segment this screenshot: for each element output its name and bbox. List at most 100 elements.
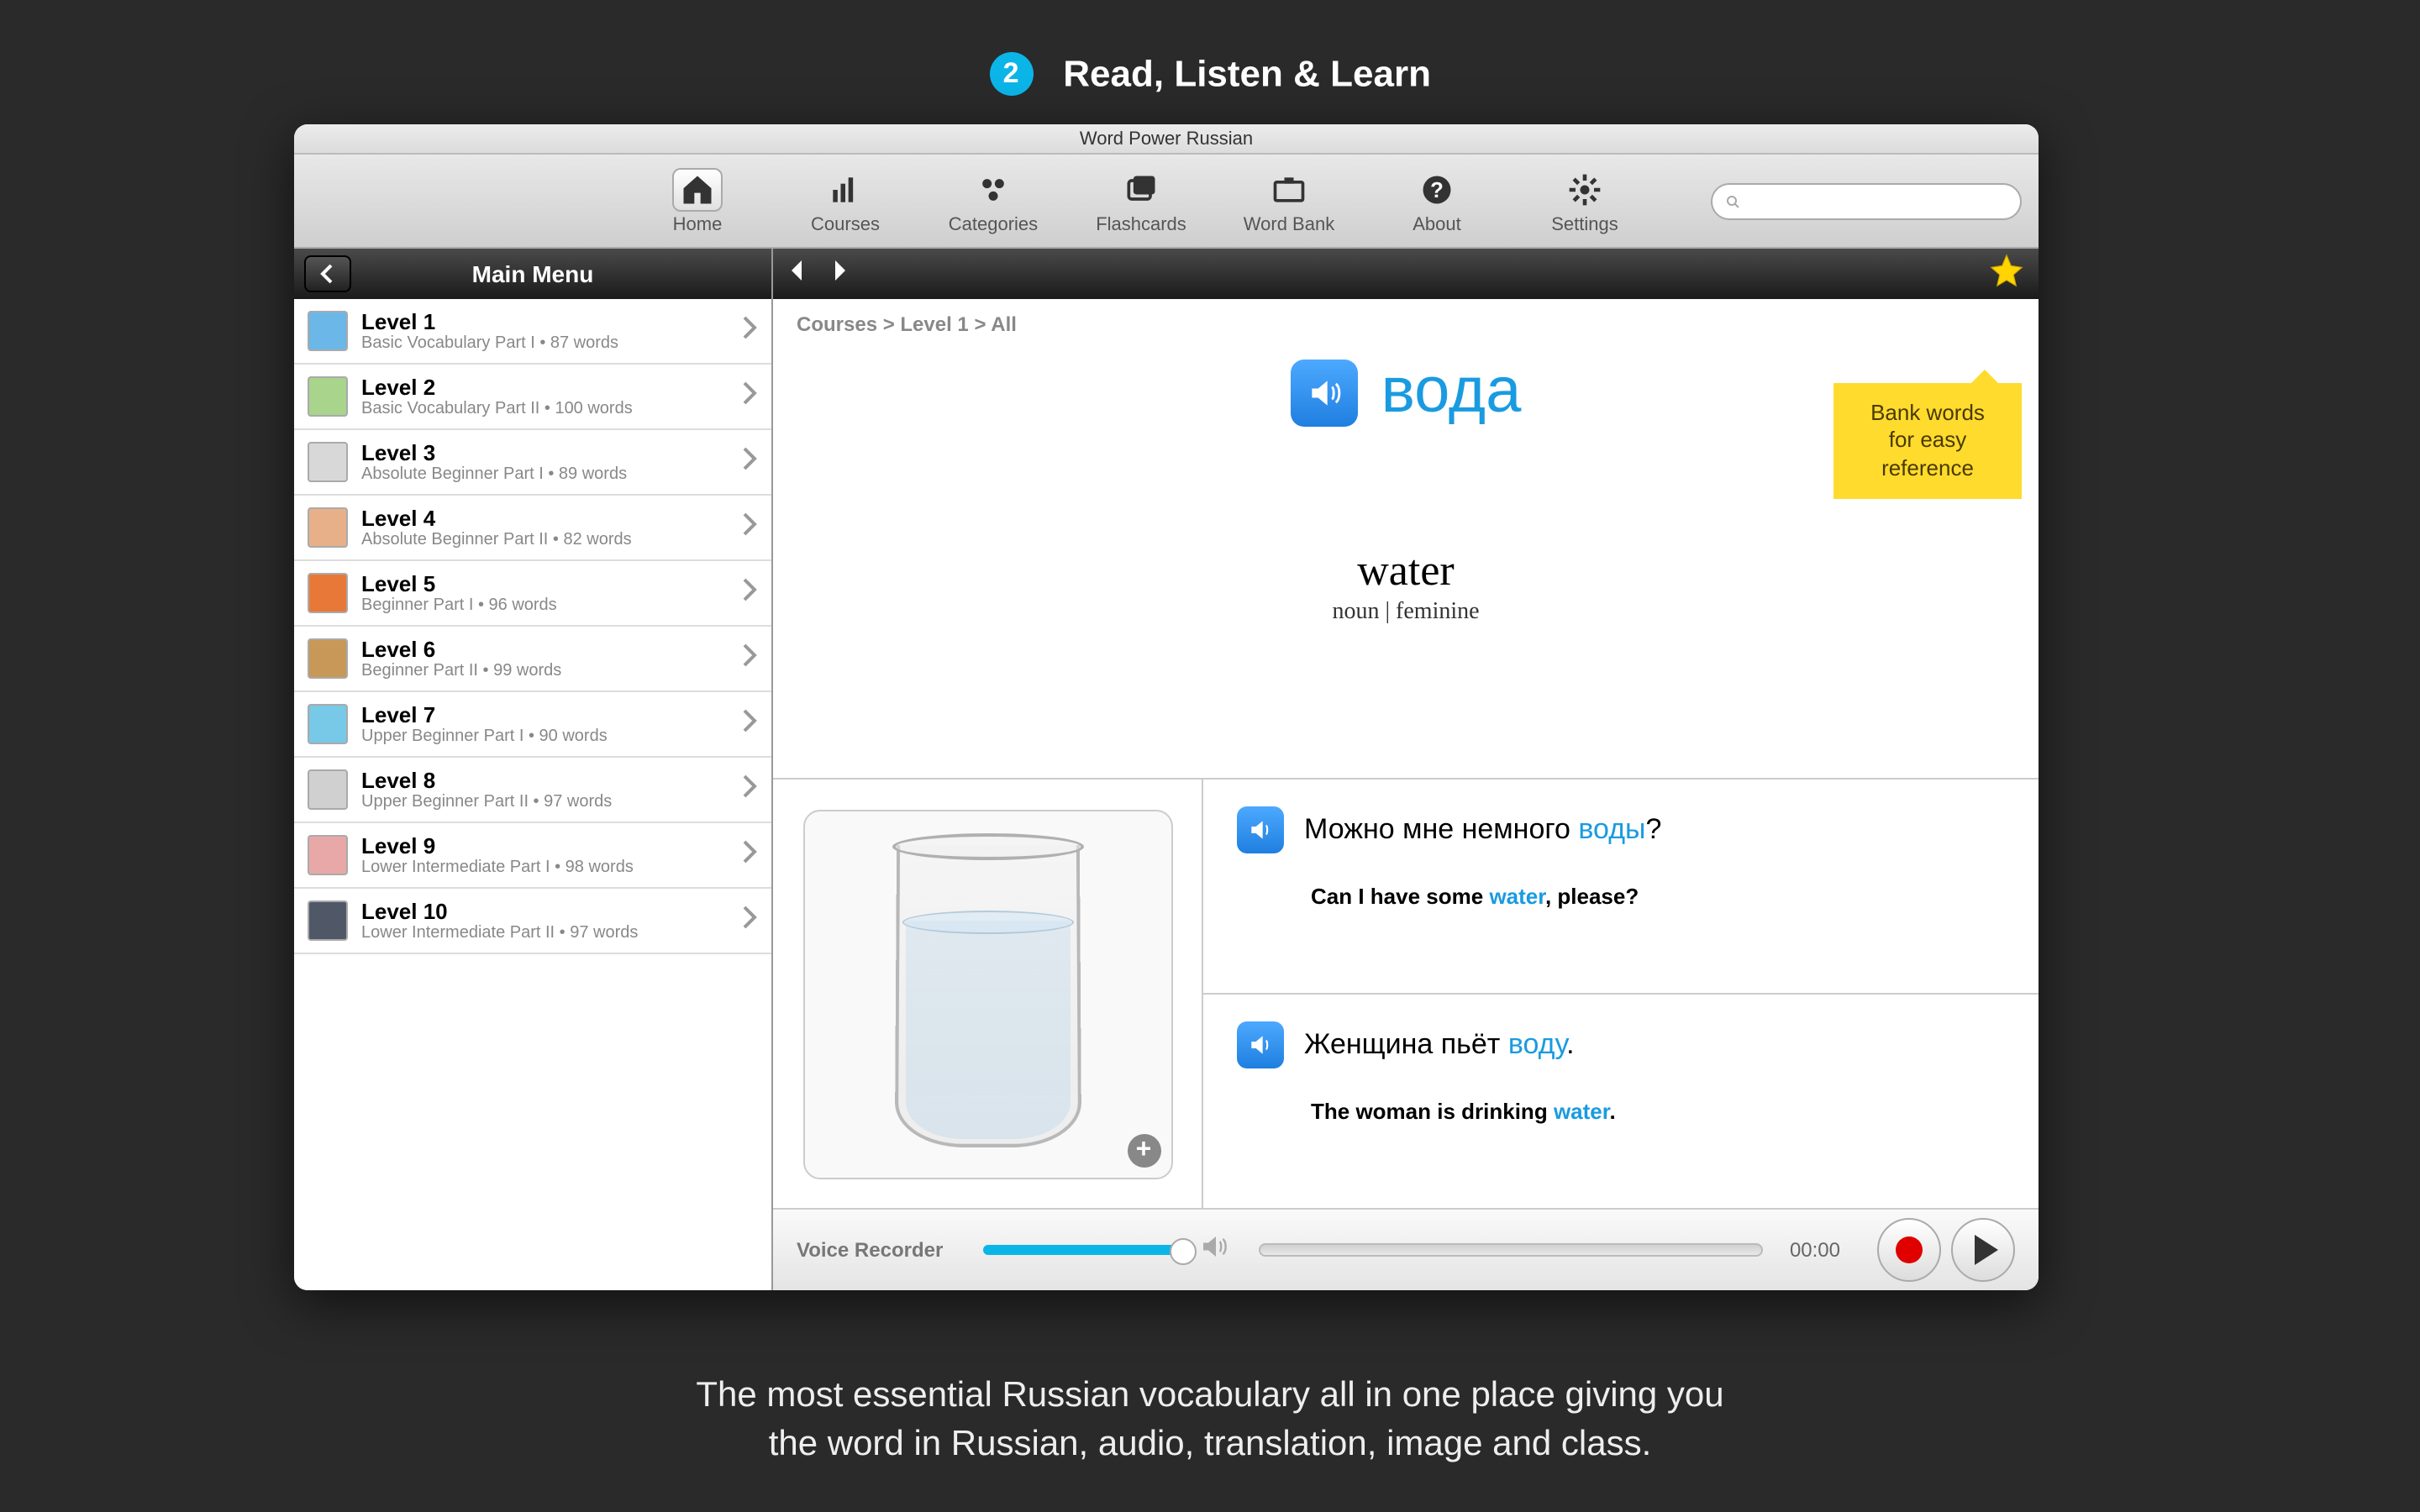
chevron-right-icon [741,643,758,675]
chevron-left-icon [786,258,807,281]
chevron-right-icon [741,446,758,478]
level-row[interactable]: Level 6Beginner Part II • 99 words [294,627,771,692]
chevron-right-icon [741,512,758,543]
level-row[interactable]: Level 8Upper Beginner Part II • 97 words [294,758,771,823]
chevron-right-icon [741,577,758,609]
headword-translation: water [1357,546,1455,596]
headword-russian: вода [1381,356,1522,428]
wordbank-icon [1264,167,1314,211]
volume-slider[interactable] [983,1245,1185,1255]
level-subtitle: Beginner Part II • 99 words [361,662,741,680]
back-arrow-icon [318,264,338,284]
voice-recorder-bar: Voice Recorder 00:00 [773,1210,2039,1290]
level-subtitle: Beginner Part I • 96 words [361,596,741,615]
level-thumbnail [308,638,348,679]
toolbar-item-label: About [1413,214,1461,234]
svg-text:?: ? [1430,178,1444,202]
toolbar-settings-button[interactable]: Settings [1534,167,1635,234]
level-thumbnail [308,573,348,613]
level-row[interactable]: Level 7Upper Beginner Part I • 90 words [294,692,771,758]
speaker-icon [1247,1032,1274,1058]
prev-word-button[interactable] [786,258,807,290]
level-title: Level 9 [361,833,741,858]
courses-icon [820,167,871,211]
chevron-right-icon [741,708,758,740]
star-icon [1988,251,2025,288]
level-list: Level 1Basic Vocabulary Part I • 87 word… [294,299,771,1290]
level-subtitle: Absolute Beginner Part I • 89 words [361,465,741,484]
sidebar: Main Menu Level 1Basic Vocabulary Part I… [294,249,773,1290]
toolbar-item-label: Settings [1551,214,1618,234]
playback-time: 00:00 [1790,1238,1840,1262]
level-title: Level 7 [361,702,741,727]
play-example-audio-button[interactable] [1237,1021,1284,1068]
play-example-audio-button[interactable] [1237,806,1284,853]
level-subtitle: Lower Intermediate Part I • 98 words [361,858,741,877]
toolbar-item-label: Word Bank [1244,214,1334,234]
level-row[interactable]: Level 2Basic Vocabulary Part II • 100 wo… [294,365,771,430]
search-input[interactable] [1746,189,2007,213]
next-word-button[interactable] [830,258,850,290]
toolbar-courses-button[interactable]: Courses [795,167,896,234]
hero-title: Read, Listen & Learn [1063,52,1431,94]
chevron-right-icon [741,381,758,412]
zoom-image-button[interactable]: + [1127,1133,1160,1167]
record-button[interactable] [1877,1218,1941,1282]
chevron-right-icon [830,258,850,281]
main-panel: Courses > Level 1 > All вода water noun … [773,249,2039,1290]
level-row[interactable]: Level 10Lower Intermediate Part II • 97 … [294,889,771,954]
level-row[interactable]: Level 5Beginner Part I • 96 words [294,561,771,627]
toolbar-flashcards-button[interactable]: Flashcards [1091,167,1192,234]
play-word-audio-button[interactable] [1291,359,1358,426]
bookmark-star-button[interactable] [1988,251,2025,297]
level-title: Level 2 [361,375,741,400]
level-row[interactable]: Level 9Lower Intermediate Part I • 98 wo… [294,823,771,889]
app-window: Word Power Russian Home Courses Categories… [294,124,2039,1290]
recorder-label: Voice Recorder [797,1238,943,1262]
level-row[interactable]: Level 3Absolute Beginner Part I • 89 wor… [294,430,771,496]
chevron-right-icon [741,315,758,347]
plus-icon: + [1136,1135,1152,1165]
toolbar-wordbank-button[interactable]: Word Bank [1239,167,1339,234]
level-subtitle: Lower Intermediate Part II • 97 words [361,924,741,942]
level-title: Level 10 [361,899,741,924]
step-badge: 2 [989,52,1033,96]
bank-callout: Bank words for easy reference [1833,383,2022,499]
toolbar-item-label: Categories [949,214,1038,234]
play-icon [1974,1235,1997,1265]
main-header [773,249,2039,299]
example-english: The woman is drinking water. [1311,1099,2005,1124]
example-english: Can I have some water, please? [1311,884,2005,909]
example-russian: Можно мне немного воды? [1304,813,1661,847]
toolbar-item-label: Courses [811,214,880,234]
level-thumbnail [308,311,348,351]
toolbar-about-button[interactable]: ? About [1386,167,1487,234]
grammar-info: noun | feminine [1332,600,1479,627]
level-thumbnail [308,507,348,548]
level-thumbnail [308,900,348,941]
example-russian: Женщина пьёт воду. [1304,1028,1575,1062]
level-row[interactable]: Level 1Basic Vocabulary Part I • 87 word… [294,299,771,365]
level-row[interactable]: Level 4Absolute Beginner Part II • 82 wo… [294,496,771,561]
hero-footer: The most essential Russian vocabulary al… [0,1373,2420,1468]
example-row: Можно мне немного воды? Can I have some w… [1203,780,2039,993]
level-subtitle: Upper Beginner Part II • 97 words [361,793,741,811]
level-thumbnail [308,442,348,482]
playback-progress[interactable] [1259,1243,1763,1257]
toolbar-item-label: Flashcards [1096,214,1186,234]
chevron-right-icon [741,839,758,871]
volume-icon [1198,1231,1228,1269]
toolbar-home-button[interactable]: Home [647,167,748,234]
window-title: Word Power Russian [294,124,2039,155]
level-thumbnail [308,704,348,744]
back-button[interactable] [304,255,351,292]
chevron-right-icon [741,774,758,806]
chevron-right-icon [741,905,758,937]
flashcards-icon [1116,167,1166,211]
example-row: Женщина пьёт воду. The woman is drinking … [1203,993,2039,1208]
level-subtitle: Basic Vocabulary Part I • 87 words [361,334,741,353]
toolbar-categories-button[interactable]: Categories [943,167,1044,234]
categories-icon [968,167,1018,211]
play-button[interactable] [1951,1218,2015,1282]
search-field[interactable] [1711,182,2022,219]
